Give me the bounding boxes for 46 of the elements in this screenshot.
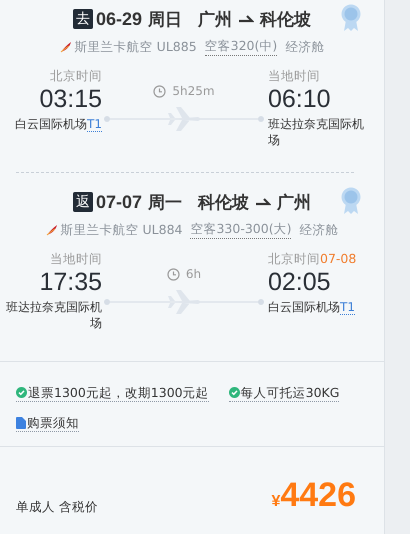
airline-flight: 斯里兰卡航空 UL885 [74, 38, 197, 56]
flight-date: 06-29 [96, 8, 142, 30]
airline-logo-icon [60, 41, 72, 53]
check-icon [228, 387, 240, 398]
departure-time: 17:35 [39, 267, 102, 297]
seal-icon [340, 4, 362, 32]
weekday: 周日 [148, 8, 182, 30]
destination-city: 科伦坡 [260, 8, 312, 30]
airline-logo-icon [46, 224, 58, 236]
terminal-link[interactable]: T1 [87, 117, 102, 132]
time-zone-label: 北京时间 [50, 68, 102, 84]
seal-icon [340, 187, 362, 215]
check-icon [16, 387, 27, 398]
time-zone-label: 当地时间 [268, 68, 320, 84]
flight-date: 07-07 [96, 192, 142, 212]
policy-link[interactable]: 购票须知 [16, 414, 79, 432]
weekday: 周一 [148, 192, 182, 214]
flight-duration: 5h25m [172, 84, 215, 98]
origin-city: 科伦坡 [198, 192, 250, 214]
cabin-class: 经济舱 [299, 222, 338, 238]
document-icon [16, 416, 26, 428]
time-zone-label: 北京时间07-08 [268, 251, 356, 267]
clock-icon [153, 84, 166, 98]
departure-time: 03:15 [39, 84, 102, 114]
cabin-class: 经济舱 [285, 38, 324, 56]
arrival-airport: 班达拉奈克国际机场 [268, 116, 365, 148]
price-label: 单成人 含税价 [16, 499, 98, 516]
total-price: ¥4426 [271, 475, 356, 516]
departure-airport: 班达拉奈克国际机场 [5, 299, 102, 331]
arrival-time: 02:05 [268, 267, 331, 297]
flight-duration: 6h [186, 267, 202, 281]
policy-link[interactable]: 退票1300元起，改期1300元起 [16, 384, 209, 402]
direction-badge: 返 [72, 192, 93, 212]
time-zone-label: 当地时间 [50, 251, 102, 267]
aircraft-type[interactable]: 空客320(中) [204, 38, 278, 56]
policy-link[interactable]: 每人可托运30KG [228, 384, 340, 402]
direction-badge: 去 [72, 9, 93, 29]
departure-airport: 白云国际机场T1 [15, 116, 102, 132]
clock-icon [166, 268, 180, 280]
arrival-time: 06:10 [268, 84, 331, 114]
destination-city: 广州 [277, 192, 312, 214]
terminal-link[interactable]: T1 [340, 300, 355, 315]
aircraft-type[interactable]: 空客330-300(大) [190, 221, 292, 239]
arrival-airport: 白云国际机场T1 [268, 299, 355, 315]
origin-city: 广州 [198, 8, 232, 30]
airline-flight: 斯里兰卡航空 UL884 [60, 222, 182, 238]
